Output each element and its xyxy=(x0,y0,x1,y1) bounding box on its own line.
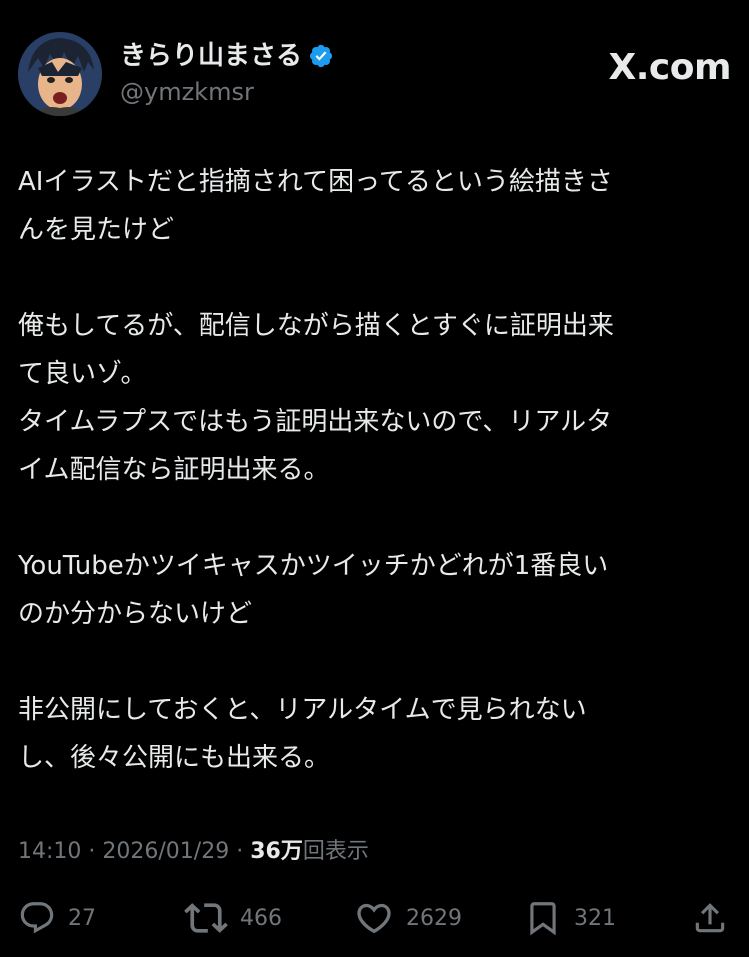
tweet-paragraph: AIイラストだと指摘されて困ってるという絵描きさ んを見たけど xyxy=(18,158,730,254)
verified-badge-icon xyxy=(308,43,334,69)
text-line: 非公開にしておくと、リアルタイムで見られない xyxy=(18,695,587,725)
tweet-header: きらり山まさる @ymzkmsr X.com xyxy=(18,32,731,118)
action-bar: 27 466 2629 321 xyxy=(18,896,731,940)
text-line: んを見たけど xyxy=(18,215,175,245)
name-row: きらり山まさる xyxy=(120,38,334,74)
views-count: 36万 xyxy=(250,839,303,864)
like-button[interactable]: 2629 xyxy=(354,896,462,940)
tweet-paragraph: YouTubeかツイキャスかツイッチかどれが1番良い のか分からないけど xyxy=(18,542,730,638)
text-line: イム配信なら証明出来る。 xyxy=(18,455,330,485)
display-name[interactable]: きらり山まさる xyxy=(120,38,302,74)
tweet-paragraph: 非公開にしておくと、リアルタイムで見られない し、後々公開にも出来る。 xyxy=(18,686,730,782)
repost-button[interactable]: 466 xyxy=(184,896,282,940)
tweet-paragraph: 俺もしてるが、配信しながら描くとすぐに証明出来 て良いゾ。 タイムラプスではもう… xyxy=(18,302,730,494)
text-line: て良いゾ。 xyxy=(18,359,147,389)
tweet-text: AIイラストだと指摘されて困ってるという絵描きさ んを見たけど 俺もしてるが、配… xyxy=(18,158,730,782)
brand-logo: X.com xyxy=(608,47,731,88)
reply-icon xyxy=(20,902,54,934)
tweet-meta: 14:10 · 2026/01/29 · 36万回表示 xyxy=(18,836,369,868)
text-line: AIイラストだと指摘されて困ってるという絵描きさ xyxy=(18,167,613,197)
reply-count: 27 xyxy=(68,905,96,931)
views-label: 回表示 xyxy=(302,839,369,864)
text-line: タイムラプスではもう証明出来ないので、リアルタ xyxy=(18,407,613,437)
meta-separator: · xyxy=(88,839,96,864)
tweet-date[interactable]: 2026/01/29 xyxy=(102,839,229,864)
anime-character-avatar-icon xyxy=(18,32,102,116)
reply-button[interactable]: 27 xyxy=(18,896,96,940)
bookmark-icon xyxy=(530,902,556,936)
heart-icon xyxy=(357,903,391,934)
text-line: YouTubeかツイキャスかツイッチかどれが1番良い xyxy=(18,551,609,581)
share-icon xyxy=(695,903,725,933)
bookmark-count: 321 xyxy=(574,905,616,931)
text-line: のか分からないけど xyxy=(18,599,253,629)
repost-count: 466 xyxy=(240,905,282,931)
text-line: し、後々公開にも出来る。 xyxy=(18,743,331,773)
bookmark-button[interactable]: 321 xyxy=(524,896,616,940)
repost-icon xyxy=(184,903,228,933)
tweet-time[interactable]: 14:10 xyxy=(18,839,81,864)
text-line: 俺もしてるが、配信しながら描くとすぐに証明出来 xyxy=(18,311,614,341)
avatar[interactable] xyxy=(18,32,102,116)
meta-separator: · xyxy=(236,839,244,864)
share-button[interactable] xyxy=(691,896,729,940)
handle[interactable]: @ymzkmsr xyxy=(120,76,254,108)
like-count: 2629 xyxy=(406,905,462,931)
tweet-card: きらり山まさる @ymzkmsr X.com AIイラストだと指摘されて困ってる… xyxy=(0,0,749,957)
